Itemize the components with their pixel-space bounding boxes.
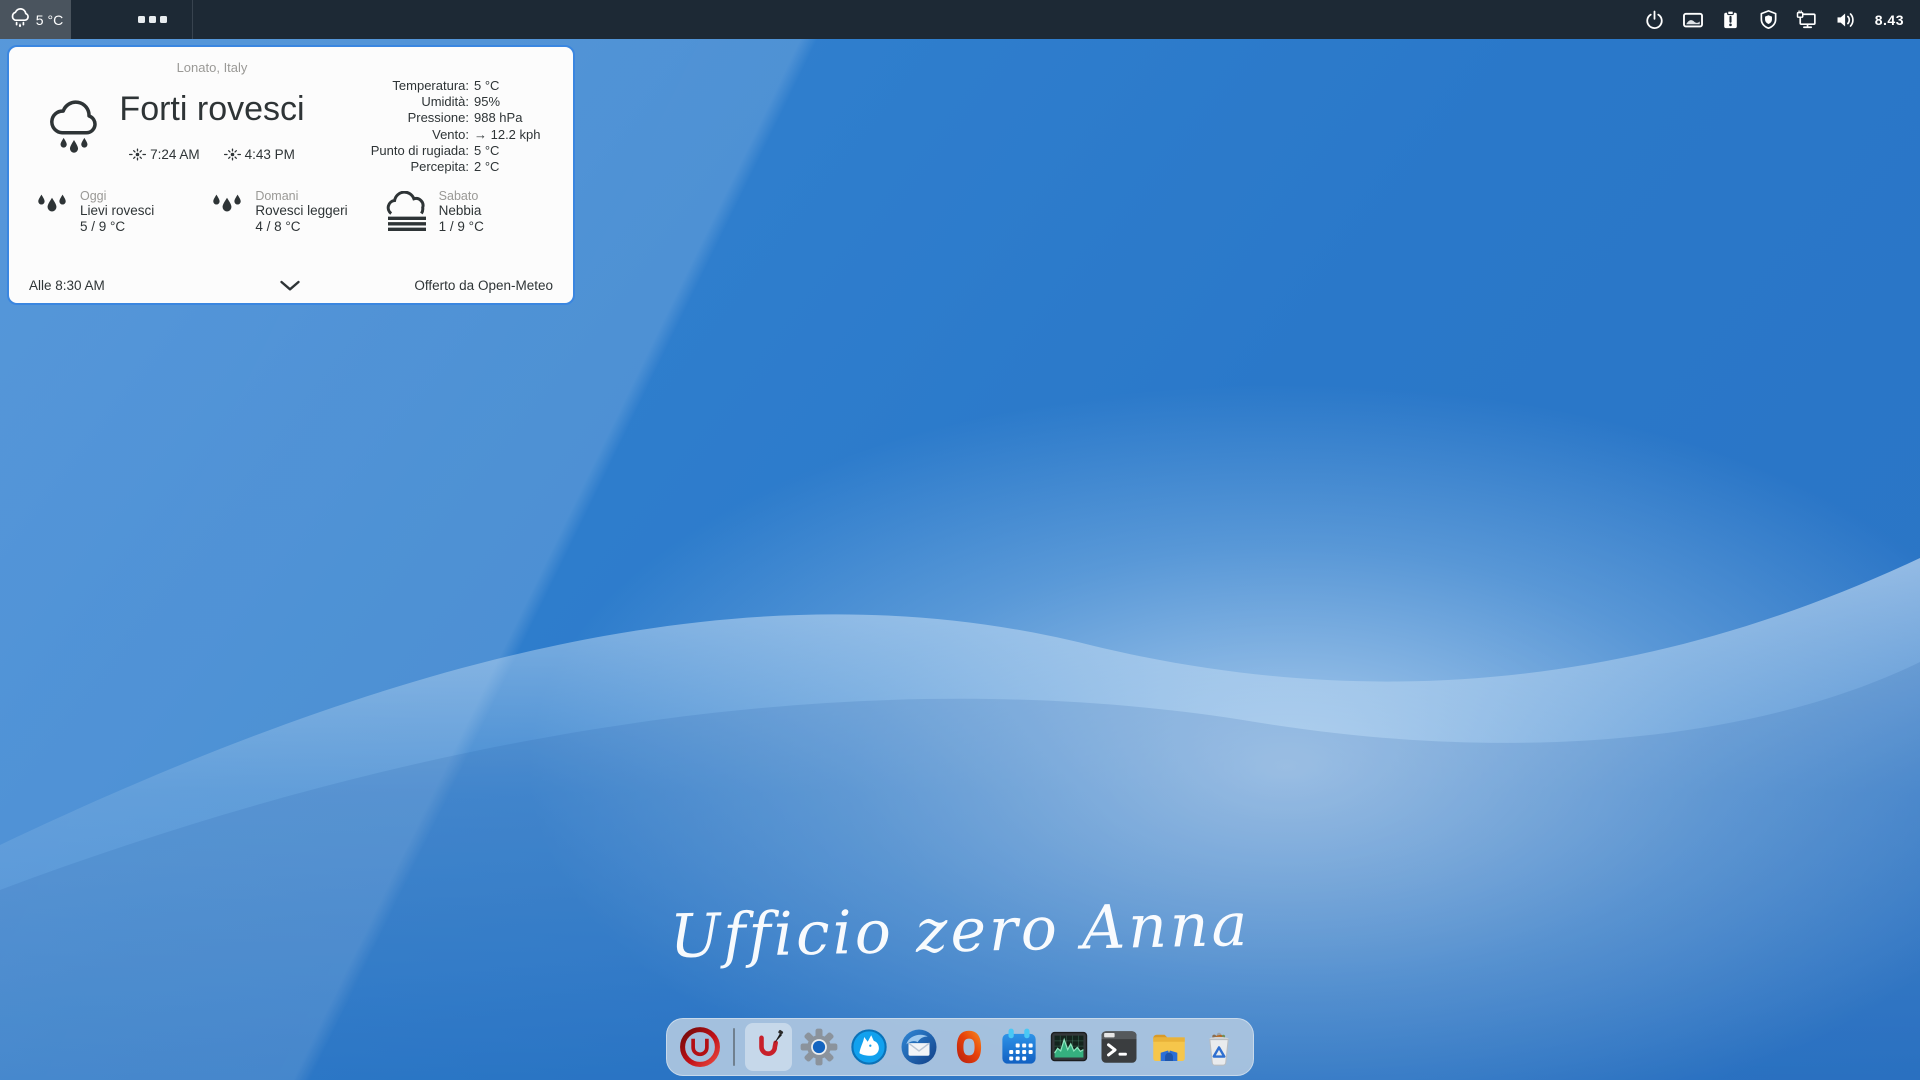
rain-drops-icon bbox=[33, 191, 71, 219]
ellipsis-menu-icon bbox=[138, 16, 145, 23]
forecast-row: Oggi Lievi rovesci 5 / 9 °C Domani Roves… bbox=[21, 189, 559, 238]
tray-clipboard-button[interactable] bbox=[1719, 8, 1743, 32]
weather-location: Lonato, Italy bbox=[177, 60, 248, 75]
sun-times: 7:24 AM 4:43 PM bbox=[129, 146, 295, 163]
forecast-condition: Nebbia bbox=[439, 203, 484, 219]
forecast-day: Domani bbox=[255, 189, 347, 203]
weather-attribution: Offerto da Open-Meteo bbox=[414, 278, 553, 293]
shield-icon bbox=[1758, 9, 1779, 30]
panel-clock[interactable]: 8.43 bbox=[1875, 12, 1904, 28]
sunrise-icon bbox=[129, 146, 146, 163]
weather-condition: Forti rovesci bbox=[119, 90, 304, 129]
dock-item-office-suite[interactable] bbox=[945, 1023, 992, 1071]
detail-row: Temperatura: 5 °C bbox=[343, 78, 559, 94]
detail-row: Vento: → 12.2 kph bbox=[343, 127, 559, 143]
librewolf-icon bbox=[848, 1026, 890, 1068]
fog-icon bbox=[384, 191, 430, 238]
tray-shield-button[interactable] bbox=[1757, 8, 1781, 32]
dock-item-settings[interactable] bbox=[795, 1023, 842, 1071]
chevron-down-icon bbox=[279, 280, 301, 292]
panel-separator bbox=[192, 0, 193, 39]
detail-row: Punto di rugiada: 5 °C bbox=[343, 143, 559, 159]
rain-cloud-icon bbox=[8, 6, 32, 33]
forecast-temps: 1 / 9 °C bbox=[439, 219, 484, 235]
dock-item-installer[interactable] bbox=[745, 1023, 792, 1071]
panel-temperature-label: 5 °C bbox=[36, 12, 63, 28]
top-panel: 5 °C bbox=[0, 0, 1920, 39]
sunrise-time: 7:24 AM bbox=[150, 147, 200, 162]
clipboard-alert-icon bbox=[1720, 9, 1741, 30]
file-manager-icon bbox=[1148, 1026, 1190, 1068]
dock-item-file-manager[interactable] bbox=[1145, 1023, 1192, 1071]
weather-updated-time: Alle 8:30 AM bbox=[29, 278, 105, 293]
forecast-day: Sabato bbox=[439, 189, 484, 203]
weather-current-column: Lonato, Italy Forti rovesci bbox=[83, 55, 341, 163]
dock-item-system-monitor[interactable] bbox=[1045, 1023, 1092, 1071]
detail-row: Percepita: 2 °C bbox=[343, 159, 559, 175]
popup-footer: Alle 8:30 AM Offerto da Open-Meteo bbox=[21, 278, 559, 297]
wired-network-icon bbox=[1795, 8, 1818, 31]
sunset-item: 4:43 PM bbox=[224, 146, 295, 163]
tray-network-button[interactable] bbox=[1795, 8, 1819, 32]
dock-item-calendar[interactable] bbox=[995, 1023, 1042, 1071]
dock-separator bbox=[733, 1028, 735, 1066]
trash-full-icon bbox=[1198, 1026, 1240, 1068]
settings-gear-icon bbox=[798, 1026, 840, 1068]
dock-item-terminal[interactable] bbox=[1095, 1023, 1142, 1071]
calendar-icon bbox=[998, 1026, 1040, 1068]
forecast-temps: 4 / 8 °C bbox=[255, 219, 347, 235]
panel-left: 5 °C bbox=[0, 0, 71, 39]
wallpaper-icon bbox=[1682, 9, 1704, 31]
dock-item-trash[interactable] bbox=[1195, 1023, 1242, 1071]
power-icon bbox=[1644, 9, 1665, 30]
sunset-time: 4:43 PM bbox=[245, 147, 295, 162]
detail-row: Umidità: 95% bbox=[343, 94, 559, 110]
forecast-temps: 5 / 9 °C bbox=[80, 219, 154, 235]
tray-volume-button[interactable] bbox=[1833, 8, 1857, 32]
panel-weather-chip[interactable]: 5 °C bbox=[0, 0, 71, 39]
weather-popup: Lonato, Italy Forti rovesci bbox=[7, 45, 575, 305]
weather-popup-top: Lonato, Italy Forti rovesci bbox=[21, 55, 559, 175]
ufficiozero-logo-icon bbox=[678, 1025, 722, 1069]
weather-current: Lonato, Italy Forti rovesci bbox=[21, 55, 343, 175]
panel-tray: 8.43 bbox=[1643, 0, 1920, 39]
sunset-icon bbox=[224, 146, 241, 163]
rain-drops-icon bbox=[208, 191, 246, 219]
sunrise-item: 7:24 AM bbox=[129, 146, 200, 163]
detail-row: Pressione: 988 hPa bbox=[343, 110, 559, 126]
tray-power-button[interactable] bbox=[1643, 8, 1667, 32]
expand-forecast-button[interactable] bbox=[273, 278, 307, 294]
dock-item-librewolf-browser[interactable] bbox=[845, 1023, 892, 1071]
volume-icon bbox=[1834, 9, 1856, 31]
forecast-today: Oggi Lievi rovesci 5 / 9 °C bbox=[33, 189, 208, 238]
panel-menu-button[interactable] bbox=[138, 0, 167, 39]
forecast-condition: Rovesci leggeri bbox=[255, 203, 347, 219]
dock bbox=[666, 1018, 1254, 1076]
forecast-saturday: Sabato Nebbia 1 / 9 °C bbox=[384, 189, 559, 238]
tray-wallpaper-button[interactable] bbox=[1681, 8, 1705, 32]
forecast-condition: Lievi rovesci bbox=[80, 203, 154, 219]
office-icon bbox=[949, 1027, 989, 1067]
dock-item-ufficiozero-menu[interactable] bbox=[676, 1023, 723, 1071]
weather-details: Temperatura: 5 °C Umidità: 95% Pressione… bbox=[343, 78, 559, 175]
terminal-icon bbox=[1098, 1026, 1140, 1068]
thunderbird-icon bbox=[898, 1026, 940, 1068]
forecast-day: Oggi bbox=[80, 189, 154, 203]
heavy-rain-icon bbox=[45, 97, 103, 160]
forecast-tomorrow: Domani Rovesci leggeri 4 / 8 °C bbox=[208, 189, 383, 238]
system-monitor-icon bbox=[1048, 1026, 1090, 1068]
installer-pen-icon bbox=[749, 1027, 789, 1067]
dock-item-thunderbird-mail[interactable] bbox=[895, 1023, 942, 1071]
